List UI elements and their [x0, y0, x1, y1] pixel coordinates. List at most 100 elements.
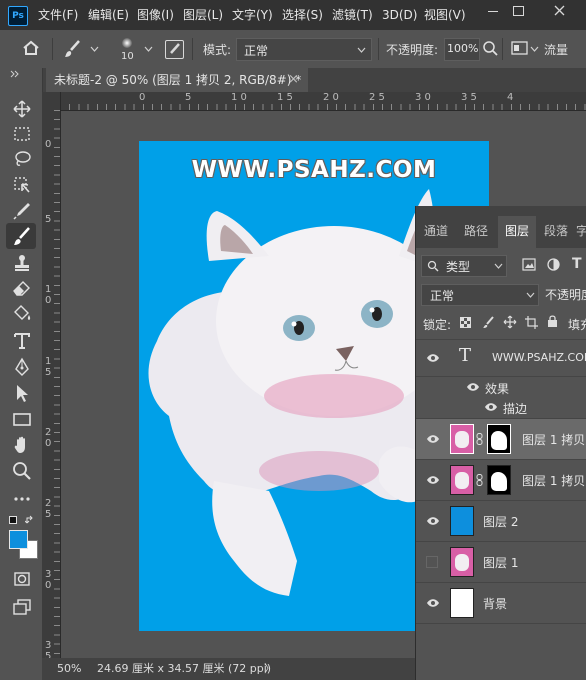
tab-channels[interactable]: 通道: [416, 216, 456, 248]
opacity-input[interactable]: 100%: [444, 38, 480, 61]
path-selection-tool-icon[interactable]: [11, 382, 33, 404]
chevron-down-icon[interactable]: [530, 46, 539, 52]
visibility-eye-icon[interactable]: [426, 598, 440, 608]
lock-pixels-icon[interactable]: [482, 316, 495, 329]
screen-mode-icon[interactable]: [11, 596, 33, 618]
tab-paragraph[interactable]: 段落: [537, 216, 575, 248]
default-colors-icon[interactable]: [9, 516, 17, 524]
brush-tip-icon[interactable]: [122, 38, 132, 48]
stroke-effect-label: 描边: [503, 402, 528, 416]
lock-artboard-icon[interactable]: [525, 316, 538, 329]
link-icon[interactable]: [476, 433, 483, 445]
rectangle-tool-icon[interactable]: [11, 408, 33, 430]
brush-tool-icon[interactable]: [11, 225, 33, 247]
layer-row[interactable]: T WWW.PSAHZ.COM: [416, 339, 586, 377]
visibility-toggle-off[interactable]: [426, 556, 438, 568]
visibility-eye-icon[interactable]: [466, 382, 480, 392]
layer-effects-row[interactable]: 效果: [416, 378, 586, 398]
collapse-toolbar-icon[interactable]: [10, 70, 20, 78]
layer-thumbnail: [450, 465, 474, 495]
ruler-label: 2 0: [323, 92, 339, 103]
ruler-label: 0: [45, 139, 52, 150]
zoom-tool-icon[interactable]: [11, 460, 33, 482]
chevron-down-icon: [494, 263, 503, 269]
visibility-eye-icon[interactable]: [484, 402, 498, 412]
lock-all-icon[interactable]: [547, 315, 558, 328]
layer-filter-select[interactable]: 类型: [421, 255, 507, 277]
layer-row[interactable]: 图层 1: [416, 542, 586, 583]
menu-3d[interactable]: 3D(D): [382, 0, 417, 30]
layer-effect-stroke-row[interactable]: 描边: [416, 398, 586, 419]
tab-layers[interactable]: 图层: [498, 216, 536, 248]
menu-layer[interactable]: 图层(L): [183, 0, 223, 30]
lasso-tool-icon[interactable]: [11, 148, 33, 170]
marquee-tool-icon[interactable]: [11, 123, 33, 145]
lock-transparent-icon[interactable]: [460, 317, 471, 328]
brush-settings-icon[interactable]: [165, 40, 184, 59]
zoom-level[interactable]: 50%: [57, 658, 81, 680]
type-tool-icon[interactable]: [11, 330, 33, 352]
restore-icon[interactable]: [500, 0, 538, 22]
pressure-opacity-icon[interactable]: [482, 40, 498, 56]
layer-mask-thumbnail[interactable]: [487, 424, 511, 454]
hand-tool-icon[interactable]: [11, 434, 33, 456]
ruler-label: 3 0: [415, 92, 431, 103]
close-tab-icon[interactable]: ×: [288, 68, 299, 92]
tab-paths[interactable]: 路径: [456, 216, 496, 248]
search-icon: [427, 260, 439, 272]
status-menu-arrow[interactable]: 〉: [264, 658, 275, 680]
visibility-eye-icon[interactable]: [426, 353, 440, 363]
vertical-ruler: 0 5 1 0 1 5 2 0 2 5 3 0 3 5: [42, 92, 61, 662]
move-tool-icon[interactable]: [11, 98, 33, 120]
ruler-label: 0: [139, 92, 146, 103]
pen-tool-icon[interactable]: [11, 356, 33, 378]
menu-type[interactable]: 文字(Y): [232, 0, 273, 30]
eyedropper-tool-icon[interactable]: [11, 200, 33, 222]
more-tools-icon[interactable]: [11, 488, 33, 510]
tab-character[interactable]: 字: [575, 216, 586, 248]
brush-tool-preset-icon[interactable]: [63, 39, 83, 59]
menu-filter[interactable]: 滤镜(T): [332, 0, 373, 30]
quick-mask-icon[interactable]: [11, 568, 33, 590]
layer-row-selected[interactable]: 图层 1 拷贝 2: [416, 419, 586, 460]
chevron-down-icon[interactable]: [90, 46, 99, 52]
paint-bucket-tool-icon[interactable]: [11, 302, 33, 324]
ruler-label: 1 0: [231, 92, 247, 103]
lock-label: 锁定:: [423, 318, 452, 332]
layer-thumbnail: [450, 424, 474, 454]
clone-stamp-tool-icon[interactable]: [11, 252, 33, 274]
ruler-label: 1 0: [45, 284, 52, 306]
layer-row[interactable]: 背景: [416, 583, 586, 624]
layer-row[interactable]: 图层 1 拷贝: [416, 460, 586, 501]
object-selection-tool-icon[interactable]: [11, 174, 33, 196]
document-tab[interactable]: 未标题-2 @ 50% (图层 1 拷贝 2, RGB/8#) * ×: [46, 68, 308, 92]
layer-mask-thumbnail[interactable]: [487, 465, 511, 495]
ruler-label: 3 5: [461, 92, 477, 103]
filter-type-icon[interactable]: T: [572, 256, 582, 272]
menu-view[interactable]: 视图(V): [424, 0, 466, 30]
layer-thumbnail: [450, 547, 474, 577]
layer-row[interactable]: 图层 2: [416, 501, 586, 542]
menu-file[interactable]: 文件(F): [38, 0, 78, 30]
menu-image[interactable]: 图像(I): [137, 0, 174, 30]
airbrush-icon[interactable]: [511, 41, 528, 55]
visibility-eye-icon[interactable]: [426, 516, 440, 526]
brush-size: 10: [121, 51, 134, 62]
text-layer-icon: T: [459, 345, 472, 366]
blend-mode-select[interactable]: 正常: [421, 284, 539, 306]
filter-adjustment-icon[interactable]: [547, 258, 560, 271]
menu-edit[interactable]: 编辑(E): [88, 0, 129, 30]
menu-select[interactable]: 选择(S): [282, 0, 323, 30]
home-icon[interactable]: [22, 40, 40, 56]
lock-position-icon[interactable]: [503, 315, 517, 329]
eraser-tool-icon[interactable]: [11, 277, 33, 299]
close-window-icon[interactable]: [540, 0, 578, 22]
visibility-eye-icon[interactable]: [426, 434, 440, 444]
mode-select[interactable]: 正常: [236, 38, 372, 61]
swap-colors-icon[interactable]: [25, 515, 35, 525]
filter-pixel-icon[interactable]: [522, 258, 536, 271]
chevron-down-icon[interactable]: [144, 46, 153, 52]
foreground-color-swatch[interactable]: [9, 530, 28, 549]
link-icon[interactable]: [476, 474, 483, 486]
visibility-eye-icon[interactable]: [426, 475, 440, 485]
